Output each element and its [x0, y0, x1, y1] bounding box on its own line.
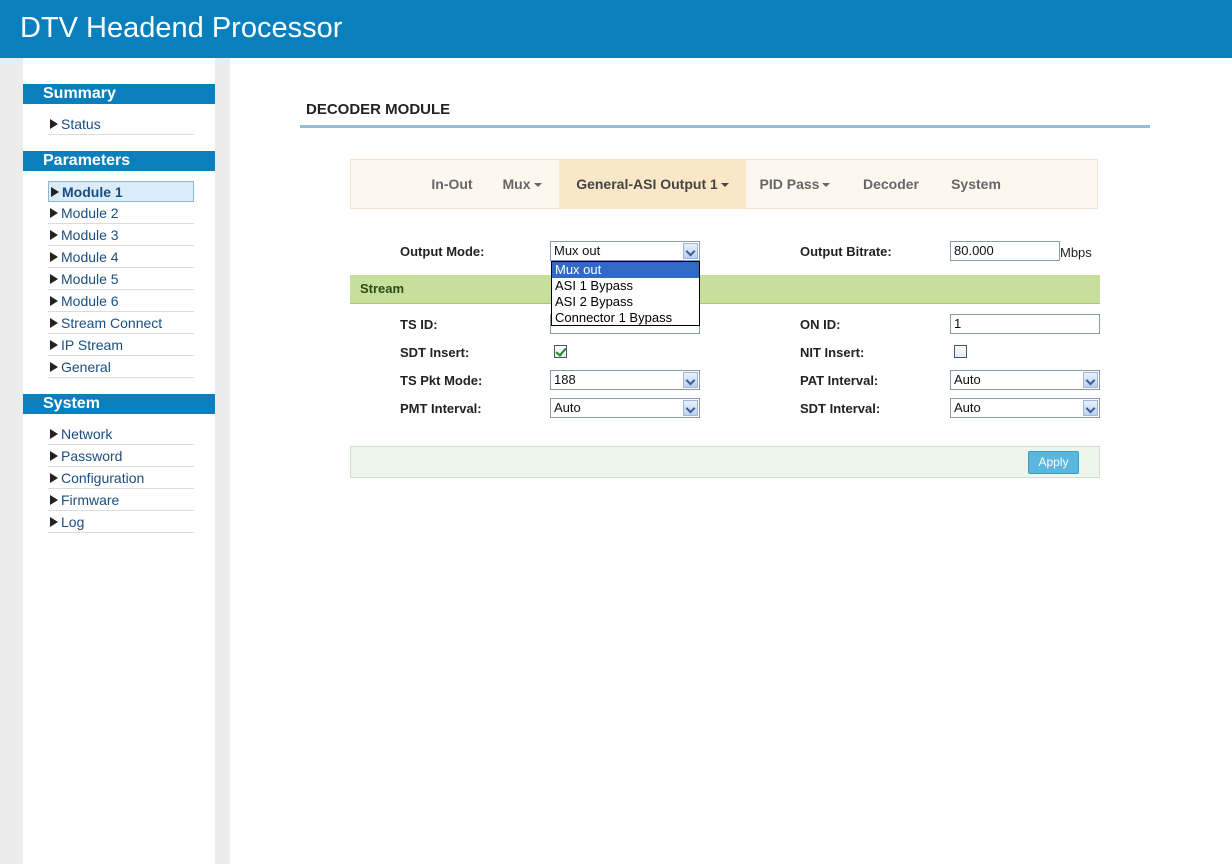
sidebar-item-module-4[interactable]: Module 4	[48, 247, 194, 268]
caret-down-icon	[533, 183, 542, 188]
sidebar-item-module-6[interactable]: Module 6	[48, 291, 194, 312]
tab-in-out[interactable]: In-Out	[417, 160, 487, 209]
pat-interval-select[interactable]: Auto	[950, 370, 1100, 390]
output-mode-option-connector-1-bypass[interactable]: Connector 1 Bypass	[552, 310, 699, 326]
arrow-right-icon	[50, 517, 58, 527]
ts-pkt-mode-label: TS Pkt Mode:	[400, 373, 483, 388]
arrow-right-icon	[50, 119, 58, 129]
tab-pid-pass[interactable]: PID Pass	[752, 160, 838, 209]
apply-bar: Apply	[350, 446, 1100, 478]
sidebar-item-network[interactable]: Network	[48, 424, 194, 445]
arrow-right-icon	[50, 274, 58, 284]
sidebar: Summary Status Parameters Module 1 Modul…	[23, 58, 215, 864]
sidebar-item-module-2[interactable]: Module 2	[48, 203, 194, 224]
caret-down-icon	[822, 183, 831, 188]
sidebar-item-status[interactable]: Status	[48, 114, 194, 135]
output-bitrate-unit: Mbps	[1060, 245, 1092, 260]
arrow-right-icon	[50, 495, 58, 505]
sidebar-item-module-5[interactable]: Module 5	[48, 269, 194, 290]
sidebar-item-ip-stream[interactable]: IP Stream	[48, 335, 194, 356]
ts-pkt-mode-select[interactable]: 188	[550, 370, 700, 390]
sidebar-section-summary: Summary	[23, 84, 215, 104]
tab-system[interactable]: System	[943, 160, 1009, 209]
chevron-down-icon[interactable]	[1083, 400, 1098, 416]
arrow-right-icon	[50, 230, 58, 240]
arrow-right-icon	[50, 296, 58, 306]
arrow-right-icon	[50, 451, 58, 461]
sidebar-item-module-1[interactable]: Module 1	[48, 181, 194, 202]
page-title: DECODER MODULE	[306, 101, 451, 118]
arrow-right-icon	[50, 429, 58, 439]
tab-mux[interactable]: Mux	[493, 160, 551, 209]
chevron-down-icon[interactable]	[683, 372, 698, 388]
chevron-down-icon[interactable]	[683, 400, 698, 416]
sdt-insert-checkbox[interactable]	[554, 345, 567, 358]
tab-general-asi-output-1[interactable]: General-ASI Output 1	[559, 160, 746, 209]
output-mode-select[interactable]: Mux out	[550, 241, 700, 261]
sidebar-item-firmware[interactable]: Firmware	[48, 490, 194, 511]
arrow-right-icon	[50, 362, 58, 372]
sidebar-item-general[interactable]: General	[48, 357, 194, 378]
chevron-down-icon[interactable]	[1083, 372, 1098, 388]
output-mode-option-asi-1-bypass[interactable]: ASI 1 Bypass	[552, 278, 699, 294]
chevron-down-icon[interactable]	[683, 243, 698, 259]
sidebar-item-password[interactable]: Password	[48, 446, 194, 467]
sidebar-item-configuration[interactable]: Configuration	[48, 468, 194, 489]
pmt-interval-select[interactable]: Auto	[550, 398, 700, 418]
sidebar-item-stream-connect[interactable]: Stream Connect	[48, 313, 194, 334]
sidebar-item-log[interactable]: Log	[48, 512, 194, 533]
caret-down-icon	[720, 183, 729, 188]
sdt-interval-label: SDT Interval:	[800, 401, 881, 416]
tab-bar: In-Out Mux General-ASI Output 1 PID Pass…	[350, 159, 1098, 209]
arrow-right-icon	[50, 208, 58, 218]
output-bitrate-input[interactable]: 80.000	[950, 241, 1060, 261]
apply-button[interactable]: Apply	[1028, 451, 1079, 474]
output-mode-option-asi-2-bypass[interactable]: ASI 2 Bypass	[552, 294, 699, 310]
arrow-right-icon	[50, 340, 58, 350]
nit-insert-label: NIT Insert:	[800, 345, 865, 360]
arrow-right-icon	[51, 187, 59, 197]
pat-interval-label: PAT Interval:	[800, 373, 879, 388]
pmt-interval-label: PMT Interval:	[400, 401, 482, 416]
arrow-right-icon	[50, 252, 58, 262]
sdt-insert-label: SDT Insert:	[400, 345, 470, 360]
output-bitrate-label: Output Bitrate:	[800, 244, 892, 259]
main-content: DECODER MODULE In-Out Mux General-ASI Ou…	[230, 58, 1232, 864]
output-mode-dropdown-list: Mux out ASI 1 Bypass ASI 2 Bypass Connec…	[551, 261, 700, 326]
on-id-label: ON ID:	[800, 317, 841, 332]
app-title: DTV Headend Processor	[20, 12, 343, 44]
output-mode-option-mux-out[interactable]: Mux out	[552, 262, 699, 278]
sidebar-section-system: System	[23, 394, 215, 414]
arrow-right-icon	[50, 473, 58, 483]
output-mode-label: Output Mode:	[400, 244, 485, 259]
title-divider	[300, 125, 1150, 128]
sidebar-section-parameters: Parameters	[23, 151, 215, 171]
nit-insert-checkbox[interactable]	[954, 345, 967, 358]
app-header: DTV Headend Processor	[0, 0, 1232, 58]
tab-decoder[interactable]: Decoder	[851, 160, 931, 209]
stream-section-header: Stream	[350, 275, 1100, 304]
sdt-interval-select[interactable]: Auto	[950, 398, 1100, 418]
arrow-right-icon	[50, 318, 58, 328]
ts-id-label: TS ID:	[400, 317, 438, 332]
sidebar-item-module-3[interactable]: Module 3	[48, 225, 194, 246]
on-id-input[interactable]: 1	[950, 314, 1100, 334]
